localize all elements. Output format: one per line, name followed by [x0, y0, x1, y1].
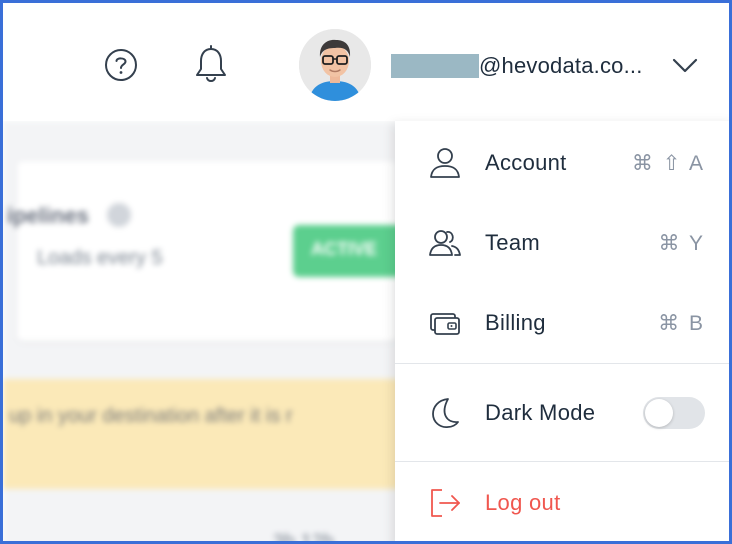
menu-item-label: Log out [485, 490, 561, 515]
moon-icon [427, 395, 463, 431]
redacted-email-prefix [391, 54, 479, 78]
chevron-down-icon [672, 58, 698, 73]
warning-banner: up in your destination after it is r [3, 379, 403, 489]
menu-item-account[interactable]: Account ⌘ ⇧ A [395, 123, 729, 203]
bell-icon [196, 45, 226, 82]
account-email[interactable]: @hevodata.co... [391, 51, 643, 81]
card-title: ipelines [7, 203, 89, 228]
menu-item-dark-mode[interactable]: Dark Mode [395, 373, 729, 453]
account-dropdown-menu: Account ⌘ ⇧ A Team ⌘ Y Billing ⌘ B Dark … [395, 121, 729, 541]
banner-text: up in your destination after it is r [9, 405, 293, 427]
menu-item-label: Team [485, 230, 540, 255]
keyboard-shortcut: ⌘ ⇧ A [631, 151, 705, 175]
email-suffix: @hevodata.co... [479, 53, 643, 78]
info-icon [107, 203, 131, 227]
time-range-labels: 3h 12h [273, 531, 335, 544]
account-menu-toggle[interactable] [671, 53, 699, 77]
keyboard-shortcut: ⌘ Y [658, 231, 705, 255]
dark-mode-toggle[interactable] [643, 397, 705, 429]
menu-divider [395, 461, 729, 462]
status-button[interactable]: ACTIVE [293, 225, 403, 277]
avatar[interactable] [299, 29, 371, 101]
help-button[interactable] [103, 47, 139, 83]
pipeline-card: ipelines Loads every 5 ACTIVE [7, 161, 403, 341]
menu-item-label: Account [485, 150, 567, 175]
menu-item-billing[interactable]: Billing ⌘ B [395, 283, 729, 363]
menu-item-logout[interactable]: Log out [395, 463, 729, 541]
user-icon [427, 145, 463, 181]
menu-item-label: Billing [485, 310, 546, 335]
card-subtitle: Loads every 5 [37, 247, 163, 269]
question-circle-icon [105, 49, 137, 81]
team-icon [427, 225, 463, 261]
wallet-icon [427, 305, 463, 341]
menu-item-label: Dark Mode [485, 400, 596, 425]
logout-icon [427, 485, 463, 521]
top-header: @hevodata.co... [3, 3, 729, 121]
app-window: ipelines Loads every 5 ACTIVE up in your… [0, 0, 732, 544]
user-avatar-glasses [299, 29, 371, 101]
keyboard-shortcut: ⌘ B [658, 311, 705, 335]
background-content: ipelines Loads every 5 ACTIVE up in your… [3, 121, 403, 544]
notifications-button[interactable] [189, 43, 233, 87]
toggle-knob [645, 399, 673, 427]
menu-item-team[interactable]: Team ⌘ Y [395, 203, 729, 283]
menu-divider [395, 363, 729, 364]
